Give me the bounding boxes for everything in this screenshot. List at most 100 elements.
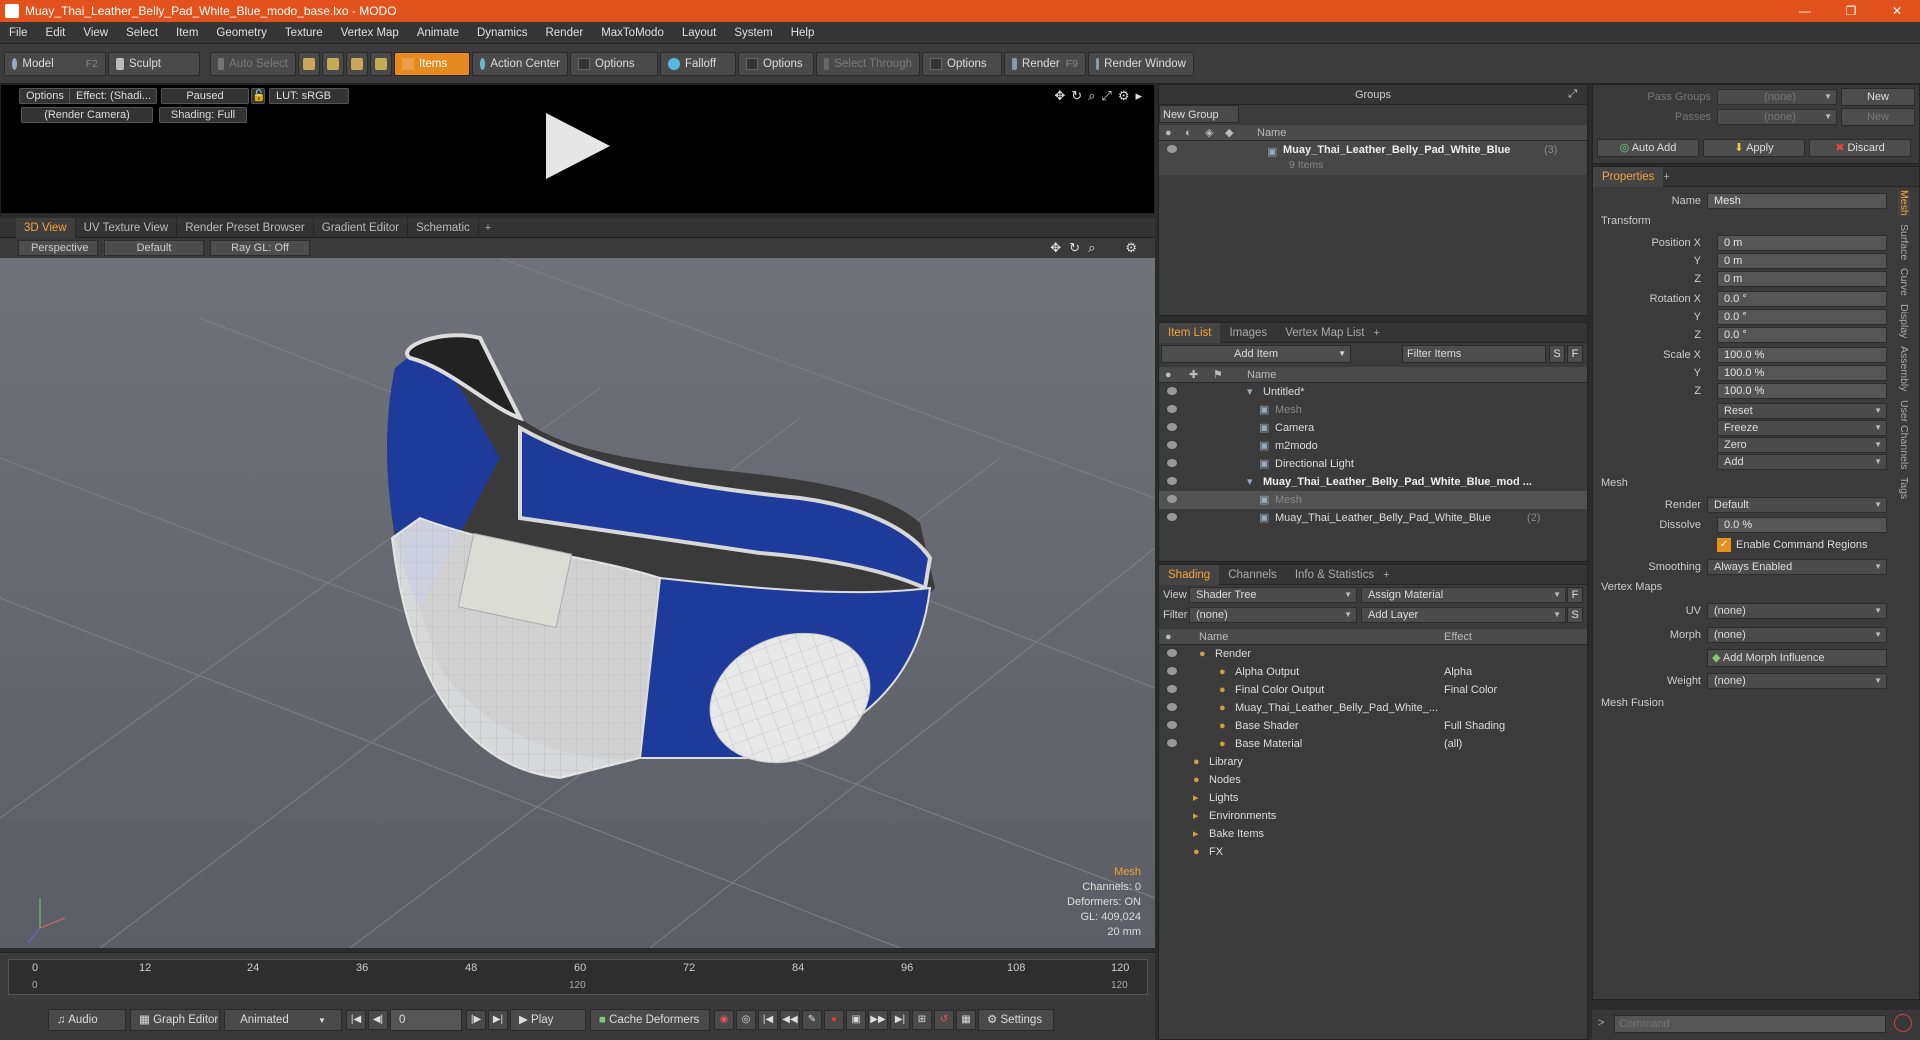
play-icon[interactable] — [546, 113, 610, 179]
side-tab-user-channels[interactable]: User Channels — [1898, 400, 1910, 469]
menu-edit[interactable]: Edit — [37, 27, 75, 39]
key-filter-icon[interactable]: ▦ — [956, 1010, 976, 1030]
next-key-icon[interactable]: ▶▶ — [868, 1010, 888, 1030]
gear-icon[interactable]: ⚙ — [1118, 88, 1130, 104]
view-type-dropdown[interactable]: Perspective — [18, 240, 98, 256]
raygl-dropdown[interactable]: Ray GL: Off — [210, 240, 310, 256]
gear-icon[interactable]: ⚙ — [1125, 240, 1137, 256]
eye-icon[interactable] — [1167, 685, 1177, 693]
menu-view[interactable]: View — [74, 27, 117, 39]
freeze-dropdown[interactable]: Freeze — [1717, 420, 1887, 436]
side-tab-display[interactable]: Display — [1898, 304, 1910, 338]
cache-deformers-button[interactable]: ■ Cache Deformers — [590, 1009, 710, 1031]
eye-icon[interactable] — [1167, 649, 1177, 657]
reset-keys-icon[interactable]: ↺ — [934, 1010, 954, 1030]
shader-item-effect[interactable]: Full Shading — [1444, 717, 1505, 735]
add-tab-icon[interactable]: + — [1383, 569, 1389, 581]
vertex-maps-section[interactable]: Vertex Maps — [1601, 581, 1662, 593]
preview-options-button[interactable]: Options — [19, 88, 71, 104]
tab-shading[interactable]: Shading — [1159, 564, 1220, 585]
view-dropdown[interactable]: Shader Tree — [1189, 587, 1357, 603]
eye-icon[interactable] — [1167, 667, 1177, 675]
preview-effect-dropdown[interactable]: Effect: (Shadi... — [69, 88, 157, 104]
add-item-dropdown[interactable]: Add Item ▼ — [1161, 345, 1351, 363]
side-tab-tags[interactable]: Tags — [1898, 477, 1910, 499]
side-tab-surface[interactable]: Surface — [1898, 224, 1910, 260]
pass-groups-dropdown[interactable]: (none) — [1717, 89, 1837, 105]
tab-info-statistics[interactable]: Info & Statistics — [1286, 565, 1383, 585]
model-mode-button[interactable]: Model F2 — [4, 51, 106, 76]
next-frame-icon[interactable]: |▶ — [466, 1010, 486, 1030]
eye-icon[interactable] — [1167, 405, 1177, 413]
eye-icon[interactable] — [1167, 441, 1177, 449]
item-list-row[interactable]: ▣ Mesh — [1159, 401, 1587, 419]
filter-f-button[interactable]: F — [1567, 345, 1583, 363]
record-icon[interactable]: ● — [824, 1010, 844, 1030]
preview-paused-button[interactable]: Paused — [161, 88, 249, 104]
eye-icon[interactable] — [1167, 721, 1177, 729]
audio-button[interactable]: ♫ Audio — [48, 1009, 126, 1031]
channels-icon[interactable]: ⊞ — [912, 1010, 932, 1030]
render-dropdown[interactable]: Default — [1707, 497, 1887, 513]
rotate-icon[interactable]: ↻ — [1071, 88, 1082, 104]
menu-geometry[interactable]: Geometry — [207, 27, 276, 39]
assign-f-button[interactable]: F — [1567, 587, 1583, 603]
tab-channels[interactable]: Channels — [1219, 565, 1286, 585]
falloff-options-button[interactable]: Options — [738, 51, 814, 76]
falloff-button[interactable]: Falloff — [660, 51, 736, 76]
tab-uv-texture-view[interactable]: UV Texture View — [76, 217, 178, 238]
item-list-row[interactable]: ▾ Untitled* — [1159, 383, 1587, 401]
orbit-icon[interactable]: ↻ — [1069, 240, 1080, 256]
menu-file[interactable]: File — [0, 27, 37, 39]
reset-dropdown[interactable]: Reset — [1717, 403, 1887, 419]
shader-item-effect[interactable]: (all) — [1444, 735, 1462, 753]
items-mode-button[interactable]: Items — [394, 51, 470, 76]
tab-properties[interactable]: Properties — [1593, 166, 1664, 187]
last-key-icon[interactable]: ▶| — [890, 1010, 910, 1030]
maximize-icon[interactable]: ⤢ — [1101, 88, 1111, 104]
position-z-field[interactable]: 0 m — [1717, 271, 1887, 287]
shader-tree-row[interactable]: ▸ Lights — [1159, 789, 1587, 807]
eye-icon[interactable] — [1167, 145, 1177, 153]
materials-mode-button[interactable] — [370, 51, 392, 76]
add-tab-icon[interactable]: + — [1373, 327, 1379, 339]
eye-icon[interactable] — [1167, 739, 1177, 747]
eye-icon[interactable] — [1167, 703, 1177, 711]
preview-shading-dropdown[interactable]: Shading: Full — [159, 107, 247, 123]
enable-command-regions-checkbox[interactable]: ✓ — [1717, 538, 1731, 552]
menu-select[interactable]: Select — [117, 27, 167, 39]
view-style-dropdown[interactable]: Default — [104, 240, 204, 256]
tab-gradient-editor[interactable]: Gradient Editor — [314, 217, 409, 238]
render-button[interactable]: Render F9 — [1004, 51, 1086, 76]
scale-x-field[interactable]: 100.0 % — [1717, 347, 1887, 363]
tab-3d-view[interactable]: 3D View — [16, 217, 76, 238]
shader-tree-row[interactable]: ● Nodes — [1159, 771, 1587, 789]
belly-pad-mesh[interactable] — [387, 333, 936, 784]
shader-tree-row[interactable]: ▸ Bake Items — [1159, 825, 1587, 843]
new-group-button[interactable]: New Group — [1159, 105, 1239, 123]
transform-section[interactable]: Transform — [1601, 215, 1651, 227]
tab-item-list[interactable]: Item List — [1159, 322, 1221, 343]
select-through-button[interactable]: Select Through — [816, 51, 920, 76]
add-layer-s-button[interactable]: S — [1567, 607, 1583, 623]
preview-camera-dropdown[interactable]: (Render Camera) — [21, 107, 153, 123]
tab-schematic[interactable]: Schematic — [408, 217, 479, 238]
shader-item-effect[interactable]: Final Color — [1444, 681, 1497, 699]
menu-dynamics[interactable]: Dynamics — [468, 27, 536, 39]
apply-button[interactable]: ⬇ Apply — [1703, 139, 1805, 157]
dissolve-field[interactable]: 0.0 % — [1717, 517, 1887, 533]
add-morph-influence-button[interactable]: ◆ Add Morph Influence — [1707, 649, 1887, 667]
side-tab-mesh[interactable]: Mesh — [1898, 190, 1910, 216]
name-field[interactable]: Mesh — [1707, 193, 1887, 209]
select-through-options-button[interactable]: Options — [922, 51, 1002, 76]
uv-dropdown[interactable]: (none) — [1707, 603, 1887, 619]
graph-editor-button[interactable]: ▦ Graph Editor — [130, 1009, 220, 1031]
eye-icon[interactable] — [1167, 477, 1177, 485]
go-to-end-icon[interactable]: ▶| — [488, 1010, 508, 1030]
menu-animate[interactable]: Animate — [408, 27, 468, 39]
action-center-options-button[interactable]: Options — [570, 51, 658, 76]
shader-tree-row[interactable]: ● Alpha Output Alpha — [1159, 663, 1587, 681]
shader-tree-row[interactable]: ● Muay_Thai_Leather_Belly_Pad_White_... — [1159, 699, 1587, 717]
new-pass-button[interactable]: New — [1841, 108, 1915, 126]
tab-render-preset-browser[interactable]: Render Preset Browser — [177, 217, 314, 238]
